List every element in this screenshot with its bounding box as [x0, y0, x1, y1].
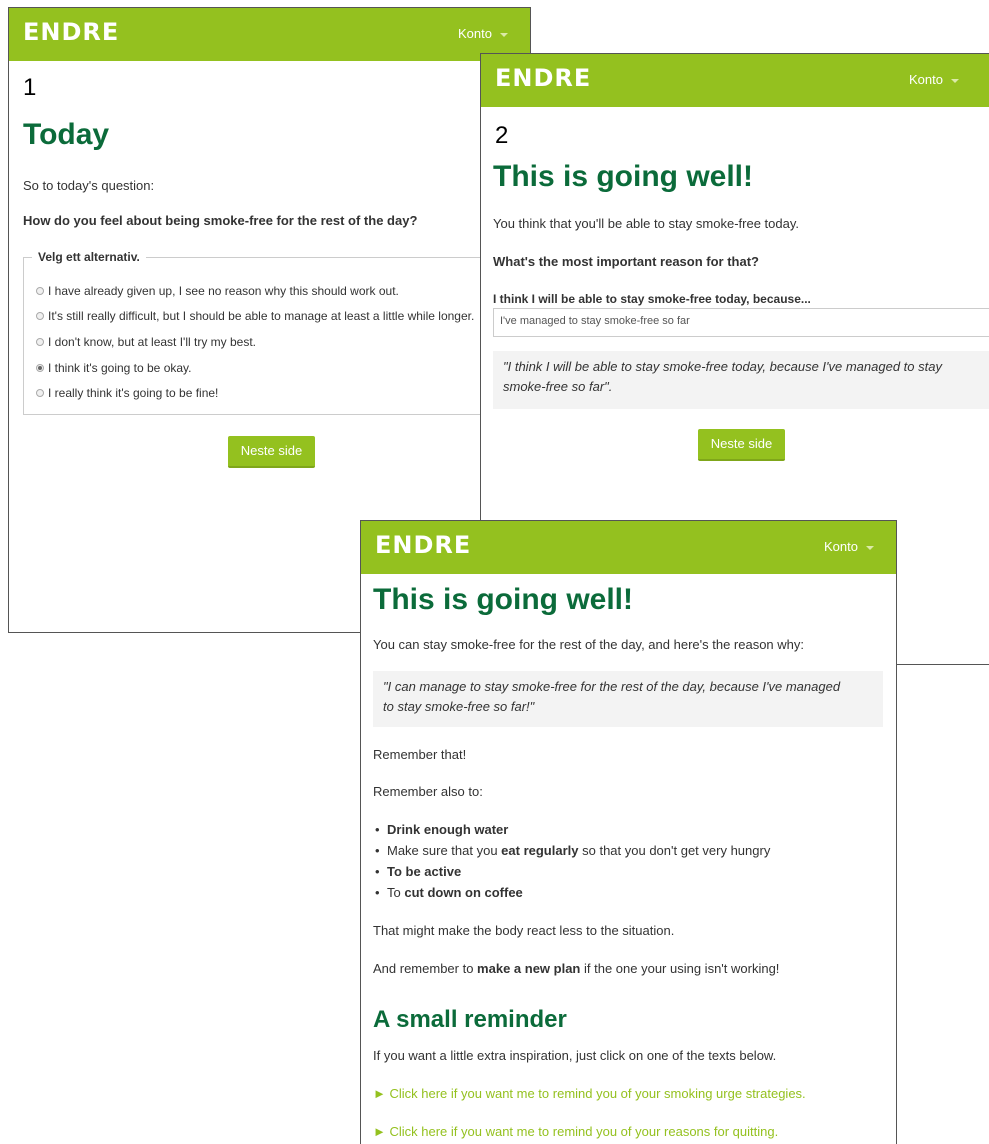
tip-emphasis: Drink enough water: [387, 822, 509, 837]
radio-label: It's still really difficult, but I shoul…: [48, 309, 475, 323]
chevron-down-icon: [500, 32, 508, 37]
chevron-down-icon: [951, 78, 959, 83]
account-menu[interactable]: Konto: [458, 26, 508, 41]
options-legend: Velg ett alternativ.: [32, 250, 146, 264]
quote-line-2: smoke-free so far".: [503, 379, 613, 394]
remember-also-text: Remember also to:: [373, 784, 483, 799]
chevron-down-icon: [866, 545, 874, 550]
tip-emphasis: To be active: [387, 864, 462, 879]
list-item: Drink enough water: [373, 822, 770, 843]
navbar: ENDRE Konto: [9, 8, 530, 61]
radio-label: I think it's going to be okay.: [48, 361, 192, 375]
radio-label: I really think it's going to be fine!: [48, 386, 219, 400]
tip-text: Make sure that you: [387, 843, 502, 858]
brand-logo[interactable]: ENDRE: [375, 531, 471, 559]
account-menu[interactable]: Konto: [824, 539, 874, 554]
radio-label: I have already given up, I see no reason…: [48, 284, 399, 298]
new-plan-emphasis: make a new plan: [477, 961, 581, 976]
quote-line-1: "I think I will be able to stay smoke-fr…: [503, 359, 942, 374]
radio-option-3[interactable]: I don't know, but at least I'll try my b…: [36, 335, 256, 349]
body-react-text: That might make the body react less to t…: [373, 923, 675, 938]
step-number: 1: [23, 74, 37, 101]
new-plan-text: And remember to make a new plan if the o…: [373, 961, 779, 976]
remember-text: Remember that!: [373, 747, 467, 762]
new-plan-post: if the one your using isn't working!: [580, 961, 780, 976]
tip-text: To: [387, 885, 405, 900]
account-menu-label: Konto: [458, 26, 492, 41]
brand-logo[interactable]: ENDRE: [23, 18, 119, 46]
intro-text: You can stay smoke-free for the rest of …: [373, 637, 804, 652]
quote-line-2: to stay smoke-free so far!": [383, 699, 535, 714]
reason-input[interactable]: I've managed to stay smoke-free so far: [493, 308, 989, 337]
radio-icon[interactable]: [36, 311, 44, 320]
reason-quote: "I think I will be able to stay smoke-fr…: [493, 351, 989, 409]
next-page-button[interactable]: Neste side: [228, 436, 315, 468]
tips-list: Drink enough water Make sure that you ea…: [373, 822, 770, 906]
question-text: What's the most important reason for tha…: [493, 254, 759, 269]
radio-checked-icon[interactable]: [36, 363, 44, 372]
radio-option-1[interactable]: I have already given up, I see no reason…: [36, 284, 399, 298]
page-title: This is going well!: [493, 160, 754, 193]
options-fieldset: Velg ett alternativ. I have already give…: [23, 250, 530, 415]
strategies-link[interactable]: ► Click here if you want me to remind yo…: [373, 1086, 806, 1101]
intro-text: You think that you'll be able to stay sm…: [493, 216, 799, 231]
account-menu-label: Konto: [909, 72, 943, 87]
list-item: To cut down on coffee: [373, 885, 770, 906]
navbar: ENDRE Konto: [361, 521, 896, 574]
reminder-intro: If you want a little extra inspiration, …: [373, 1048, 777, 1063]
radio-icon[interactable]: [36, 337, 44, 346]
account-menu[interactable]: Konto: [909, 72, 959, 87]
step-number: 2: [495, 122, 509, 149]
radio-icon[interactable]: [36, 388, 44, 397]
tip-emphasis: cut down on coffee: [404, 885, 523, 900]
radio-icon[interactable]: [36, 286, 44, 295]
reason-quote: "I can manage to stay smoke-free for the…: [373, 671, 883, 727]
quote-line-1: "I can manage to stay smoke-free for the…: [383, 679, 841, 694]
reasons-link[interactable]: ► Click here if you want me to remind yo…: [373, 1124, 778, 1139]
tip-emphasis: eat regularly: [501, 843, 579, 858]
brand-logo[interactable]: ENDRE: [495, 64, 591, 92]
new-plan-pre: And remember to: [373, 961, 478, 976]
account-menu-label: Konto: [824, 539, 858, 554]
radio-option-2[interactable]: It's still really difficult, but I shoul…: [36, 309, 474, 323]
intro-text: So to today's question:: [23, 178, 155, 193]
page-title: This is going well!: [373, 583, 634, 616]
list-item: Make sure that you eat regularly so that…: [373, 843, 770, 864]
field-label: I think I will be able to stay smoke-fre…: [493, 292, 811, 306]
radio-label: I don't know, but at least I'll try my b…: [48, 335, 257, 349]
radio-option-5[interactable]: I really think it's going to be fine!: [36, 386, 218, 400]
next-page-button[interactable]: Neste side: [698, 429, 785, 461]
list-item: To be active: [373, 864, 770, 885]
navbar: ENDRE Konto: [481, 54, 989, 107]
radio-option-4[interactable]: I think it's going to be okay.: [36, 361, 191, 375]
screen-3-panel: ENDRE Konto This is going well! You can …: [360, 520, 897, 1144]
page-title: Today: [23, 118, 110, 151]
reminder-heading: A small reminder: [373, 1006, 567, 1033]
tip-text: so that you don't get very hungry: [578, 843, 771, 858]
question-text: How do you feel about being smoke-free f…: [23, 213, 418, 228]
